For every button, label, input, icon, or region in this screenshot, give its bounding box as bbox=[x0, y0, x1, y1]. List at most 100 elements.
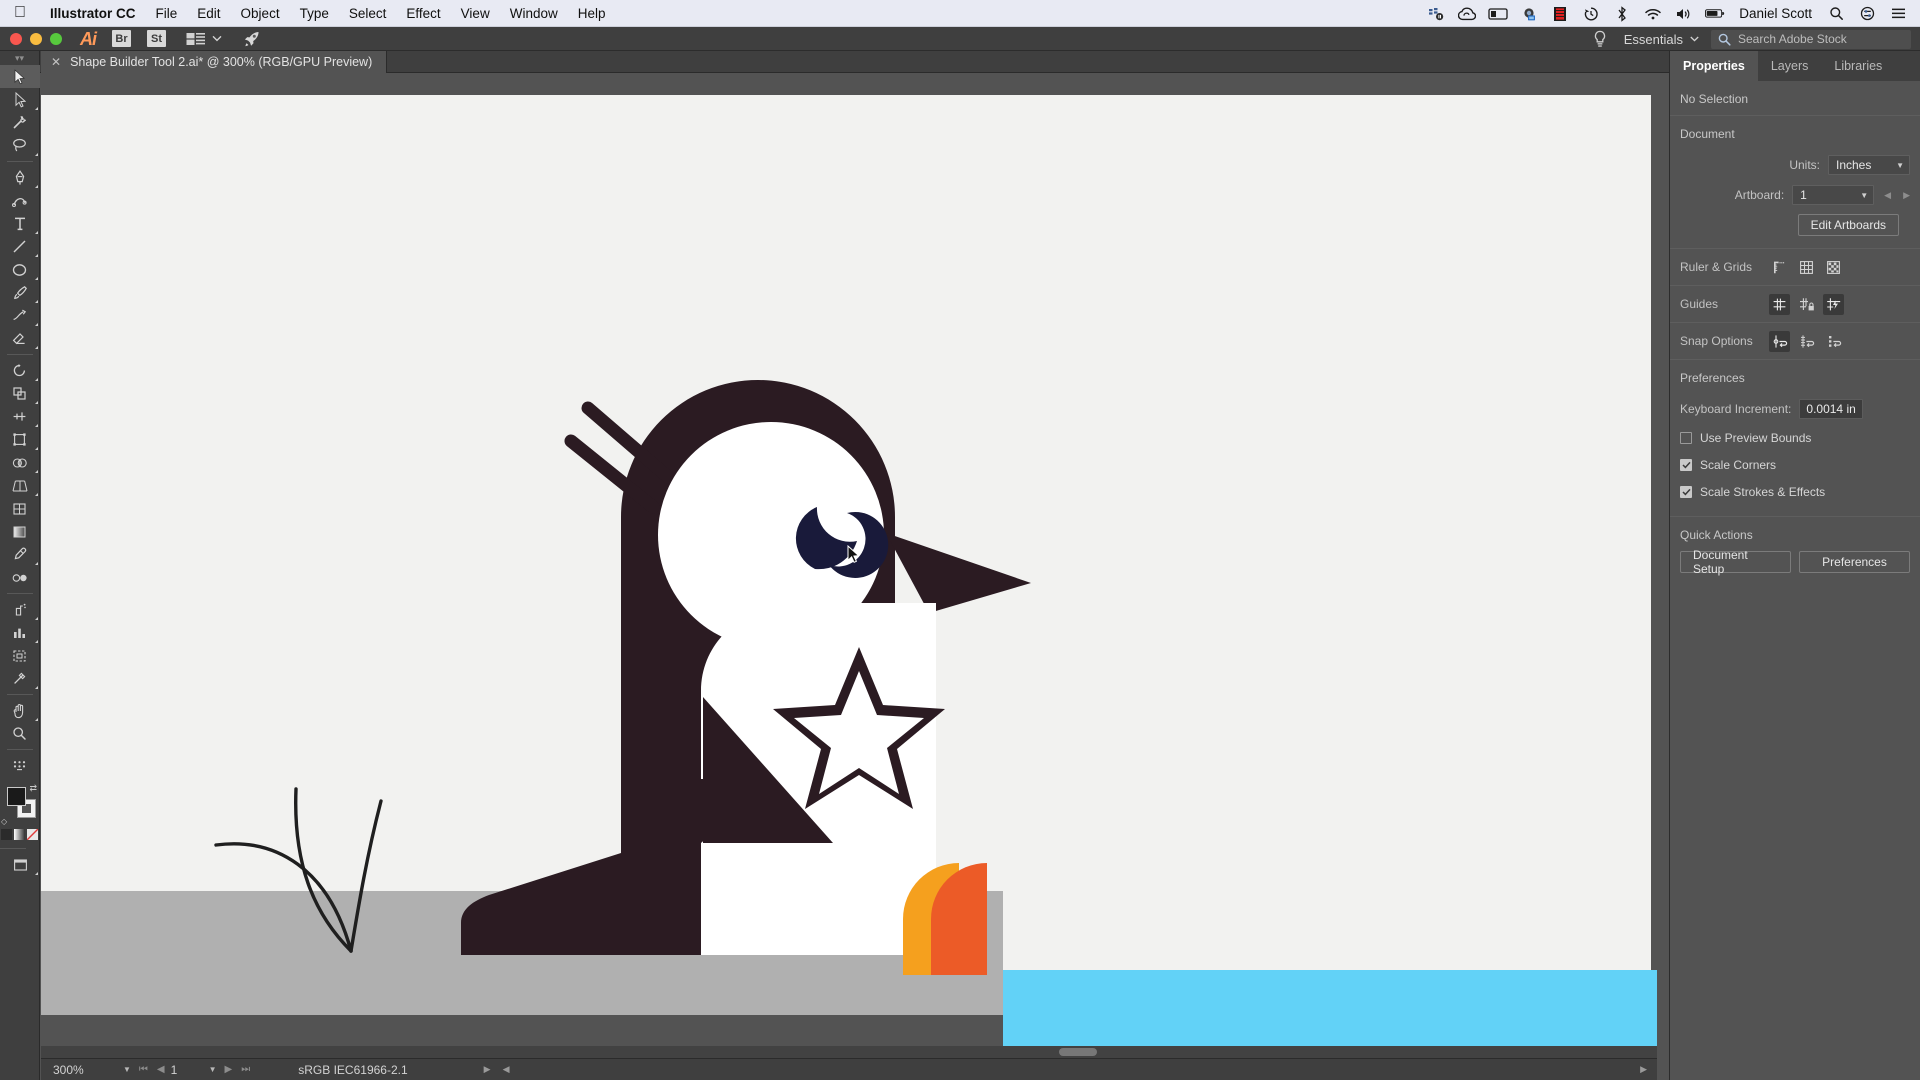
penguin-eye-white[interactable] bbox=[658, 422, 884, 648]
symbol-sprayer-tool[interactable] bbox=[0, 598, 40, 621]
zoom-dropdown-icon[interactable]: ▼ bbox=[115, 1065, 139, 1074]
menu-item-help[interactable]: Help bbox=[568, 0, 616, 27]
color-button[interactable] bbox=[1, 829, 12, 840]
artboard-select[interactable]: 1 ▼ bbox=[1792, 185, 1875, 205]
tab-properties[interactable]: Properties bbox=[1670, 51, 1758, 81]
direct-selection-tool[interactable] bbox=[0, 88, 40, 111]
show-transparency-grid-icon[interactable] bbox=[1823, 257, 1844, 278]
horizontal-scrollbar[interactable] bbox=[41, 1046, 1657, 1058]
tab-layers[interactable]: Layers bbox=[1758, 51, 1822, 81]
eraser-tool[interactable] bbox=[0, 327, 40, 350]
slice-tool[interactable] bbox=[0, 667, 40, 690]
edit-artboards-button[interactable]: Edit Artboards bbox=[1797, 214, 1899, 236]
next-artboard-icon[interactable]: ▶ bbox=[225, 1064, 233, 1075]
show-guides-icon[interactable] bbox=[1769, 293, 1790, 315]
menu-item-file[interactable]: File bbox=[146, 0, 188, 27]
shape-builder-tool[interactable] bbox=[0, 451, 40, 474]
battery-icon[interactable] bbox=[1705, 5, 1725, 23]
canvas-area[interactable] bbox=[41, 73, 1657, 1069]
screen-mode-button[interactable] bbox=[0, 853, 40, 876]
rocket-button[interactable] bbox=[242, 30, 262, 48]
apple-logo-icon[interactable]:  bbox=[14, 5, 26, 21]
film-icon[interactable] bbox=[1550, 5, 1570, 23]
smart-guides-icon[interactable] bbox=[1823, 293, 1844, 315]
tab-libraries[interactable]: Libraries bbox=[1821, 51, 1895, 81]
menu-item-edit[interactable]: Edit bbox=[187, 0, 230, 27]
artboard-tool[interactable] bbox=[0, 644, 40, 667]
menu-item-window[interactable]: Window bbox=[500, 0, 568, 27]
width-tool[interactable] bbox=[0, 405, 40, 428]
macos-username[interactable]: Daniel Scott bbox=[1736, 6, 1815, 21]
penguin-beak[interactable] bbox=[886, 533, 1031, 613]
scale-corners-checkbox[interactable]: Scale Corners bbox=[1670, 455, 1920, 475]
stock-button[interactable]: St bbox=[147, 30, 166, 47]
close-icon[interactable]: ✕ bbox=[51, 56, 61, 68]
selection-tool[interactable] bbox=[0, 65, 40, 88]
use-preview-bounds-checkbox[interactable]: Use Preview Bounds bbox=[1670, 428, 1920, 448]
ellipse-tool[interactable] bbox=[0, 258, 40, 281]
scale-tool[interactable] bbox=[0, 382, 40, 405]
snap-to-grid-icon[interactable] bbox=[1796, 331, 1817, 352]
display-icon[interactable] bbox=[1488, 5, 1508, 23]
penguin-illustration[interactable] bbox=[41, 73, 1657, 1069]
perspective-grid-tool[interactable] bbox=[0, 474, 40, 497]
fill-color-swatch[interactable] bbox=[7, 787, 26, 806]
scale-strokes-effects-checkbox[interactable]: Scale Strokes & Effects bbox=[1670, 482, 1920, 502]
document-setup-button[interactable]: Document Setup bbox=[1680, 548, 1791, 576]
maximize-window-button[interactable] bbox=[50, 32, 62, 45]
search-adobe-stock[interactable]: Search Adobe Stock bbox=[1711, 29, 1911, 49]
menu-item-select[interactable]: Select bbox=[339, 0, 397, 27]
mesh-tool[interactable] bbox=[0, 497, 40, 520]
snap-to-point-icon[interactable] bbox=[1769, 330, 1790, 352]
menu-item-object[interactable]: Object bbox=[231, 0, 290, 27]
wifi-icon[interactable] bbox=[1643, 5, 1663, 23]
workspace-switcher[interactable]: Essentials bbox=[1612, 27, 1711, 51]
camera-icon[interactable] bbox=[1519, 5, 1539, 23]
prev-artboard-icon[interactable]: ◀ bbox=[157, 1064, 165, 1075]
zoom-tool[interactable] bbox=[0, 722, 40, 745]
snap-to-pixel-icon[interactable] bbox=[1823, 331, 1844, 352]
volume-icon[interactable] bbox=[1674, 5, 1694, 23]
document-tab[interactable]: ✕ Shape Builder Tool 2.ai* @ 300% (RGB/G… bbox=[41, 51, 388, 73]
status-next-icon[interactable]: ▶ bbox=[1640, 1064, 1647, 1075]
creative-cloud-sync-icon[interactable] bbox=[1426, 5, 1446, 23]
status-prev-icon[interactable]: ◀ bbox=[503, 1064, 510, 1075]
next-artboard-icon[interactable]: ▶ bbox=[1903, 190, 1910, 201]
zoom-level[interactable]: 300% bbox=[41, 1063, 115, 1077]
time-machine-icon[interactable] bbox=[1581, 5, 1601, 23]
first-artboard-icon[interactable]: ⏮ bbox=[139, 1064, 148, 1075]
gradient-tool[interactable] bbox=[0, 520, 40, 543]
type-tool[interactable] bbox=[0, 212, 40, 235]
curvature-tool[interactable] bbox=[0, 189, 40, 212]
show-grid-icon[interactable] bbox=[1796, 257, 1817, 278]
paintbrush-tool[interactable] bbox=[0, 281, 40, 304]
swap-fill-stroke-icon[interactable]: ⇄ bbox=[29, 783, 37, 794]
free-transform-tool[interactable] bbox=[0, 428, 40, 451]
lasso-tool[interactable] bbox=[0, 134, 40, 157]
spotlight-search-icon[interactable] bbox=[1826, 5, 1846, 23]
tools-panel-grip[interactable]: ▾▾ bbox=[0, 51, 39, 65]
none-button[interactable] bbox=[27, 829, 38, 840]
hand-tool[interactable] bbox=[0, 699, 40, 722]
keyboard-increment-input[interactable]: 0.0014 in bbox=[1799, 399, 1864, 419]
preferences-button[interactable]: Preferences bbox=[1799, 551, 1910, 573]
fill-stroke-controls[interactable]: ⇄ ◇ bbox=[0, 783, 40, 827]
menu-item-effect[interactable]: Effect bbox=[396, 0, 450, 27]
shaper-tool[interactable] bbox=[0, 304, 40, 327]
prev-artboard-icon[interactable]: ◀ bbox=[1884, 190, 1891, 201]
close-window-button[interactable] bbox=[10, 32, 22, 45]
magic-wand-tool[interactable] bbox=[0, 111, 40, 134]
column-graph-tool[interactable] bbox=[0, 621, 40, 644]
bridge-button[interactable]: Br bbox=[112, 30, 131, 47]
units-select[interactable]: Inches ▼ bbox=[1828, 155, 1910, 175]
eyedropper-tool[interactable] bbox=[0, 543, 40, 566]
edit-toolbar-button[interactable] bbox=[0, 754, 40, 777]
arrange-documents-button[interactable] bbox=[186, 32, 222, 46]
artboard-number[interactable]: 1 bbox=[165, 1063, 201, 1077]
blend-tool[interactable] bbox=[0, 566, 40, 589]
horizontal-scroll-thumb[interactable] bbox=[1059, 1048, 1097, 1056]
lock-guides-icon[interactable] bbox=[1796, 294, 1817, 315]
status-menu-icon[interactable]: ▶ bbox=[484, 1064, 491, 1075]
rotate-tool[interactable] bbox=[0, 359, 40, 382]
creative-cloud-icon[interactable] bbox=[1457, 5, 1477, 23]
